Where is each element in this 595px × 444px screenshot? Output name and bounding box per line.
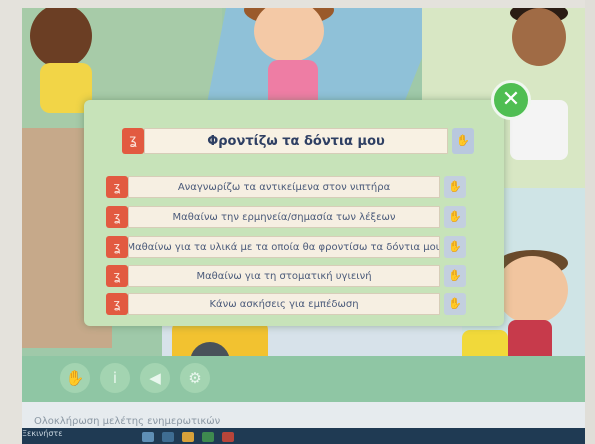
info-nav-button[interactable]: i	[100, 363, 130, 393]
back-nav-button[interactable]: ◀	[140, 363, 170, 393]
taskbar-app-icon[interactable]	[222, 432, 234, 442]
settings-nav-button[interactable]: ⚙	[180, 363, 210, 393]
child-illustration	[496, 256, 568, 324]
taskbar-app-icon[interactable]	[142, 432, 154, 442]
ear-icon[interactable]: ʓ	[106, 176, 128, 198]
footer-text: Ολοκλήρωση μελέτης ενημερωτικών	[34, 416, 221, 427]
taskbar-app-icon[interactable]	[162, 432, 174, 442]
ear-icon[interactable]: ʓ	[106, 293, 128, 315]
sign-language-icon[interactable]: ✋	[452, 128, 474, 154]
sign-language-icon[interactable]: ✋	[444, 265, 466, 287]
dialog-title: Φροντίζω τα δόντια μου	[144, 128, 448, 154]
monitor-bezel-top	[0, 0, 595, 8]
dialog-title-row: ʓ Φροντίζω τα δόντια μου ✋	[122, 128, 474, 154]
taskbar-app-icon[interactable]	[182, 432, 194, 442]
taskbar-app-icon[interactable]	[202, 432, 214, 442]
menu-item-label[interactable]: Κάνω ασκήσεις για εμπέδωση	[128, 293, 440, 315]
sign-language-icon[interactable]: ✋	[444, 206, 466, 228]
child-illustration	[512, 8, 566, 66]
menu-item[interactable]: ʓ Μαθαίνω για τη στοματική υγιεινή ✋	[106, 265, 466, 287]
app-screen: ✋ i ◀ ⚙ Ολοκλήρωση μελέτης ενημερωτικών …	[22, 8, 585, 444]
monitor-bezel-left	[0, 0, 22, 444]
menu-item[interactable]: ʓ Μαθαίνω την ερμηνεία/σημασία των λέξεω…	[106, 206, 466, 228]
menu-item-label[interactable]: Αναγνωρίζω τα αντικείμενα στον νιπτήρα	[128, 176, 440, 198]
lesson-menu-dialog: ʓ Φροντίζω τα δόντια μου ✋ ʓ Αναγνωρίζω …	[84, 100, 504, 326]
ear-icon[interactable]: ʓ	[106, 265, 128, 287]
hand-nav-button[interactable]: ✋	[60, 363, 90, 393]
ear-icon[interactable]: ʓ	[122, 128, 144, 154]
sign-language-icon[interactable]: ✋	[444, 236, 466, 258]
menu-item-label[interactable]: Μαθαίνω την ερμηνεία/σημασία των λέξεων	[128, 206, 440, 228]
menu-item-label[interactable]: Μαθαίνω για τα υλικά με τα οποία θα φρον…	[128, 236, 440, 258]
menu-item-label[interactable]: Μαθαίνω για τη στοματική υγιεινή	[128, 265, 440, 287]
sign-language-icon[interactable]: ✋	[444, 293, 466, 315]
taskbar-start-label[interactable]: Ξεκινήστε	[22, 429, 63, 438]
close-dialog-button[interactable]: ✕	[491, 80, 531, 120]
sign-language-icon[interactable]: ✋	[444, 176, 466, 198]
monitor-bezel-right	[585, 0, 595, 444]
ear-icon[interactable]: ʓ	[106, 236, 128, 258]
ear-icon[interactable]: ʓ	[106, 206, 128, 228]
menu-item[interactable]: ʓ Αναγνωρίζω τα αντικείμενα στον νιπτήρα…	[106, 176, 466, 198]
os-taskbar	[22, 428, 585, 444]
menu-item[interactable]: ʓ Κάνω ασκήσεις για εμπέδωση ✋	[106, 293, 466, 315]
menu-item[interactable]: ʓ Μαθαίνω για τα υλικά με τα οποία θα φρ…	[106, 236, 466, 258]
